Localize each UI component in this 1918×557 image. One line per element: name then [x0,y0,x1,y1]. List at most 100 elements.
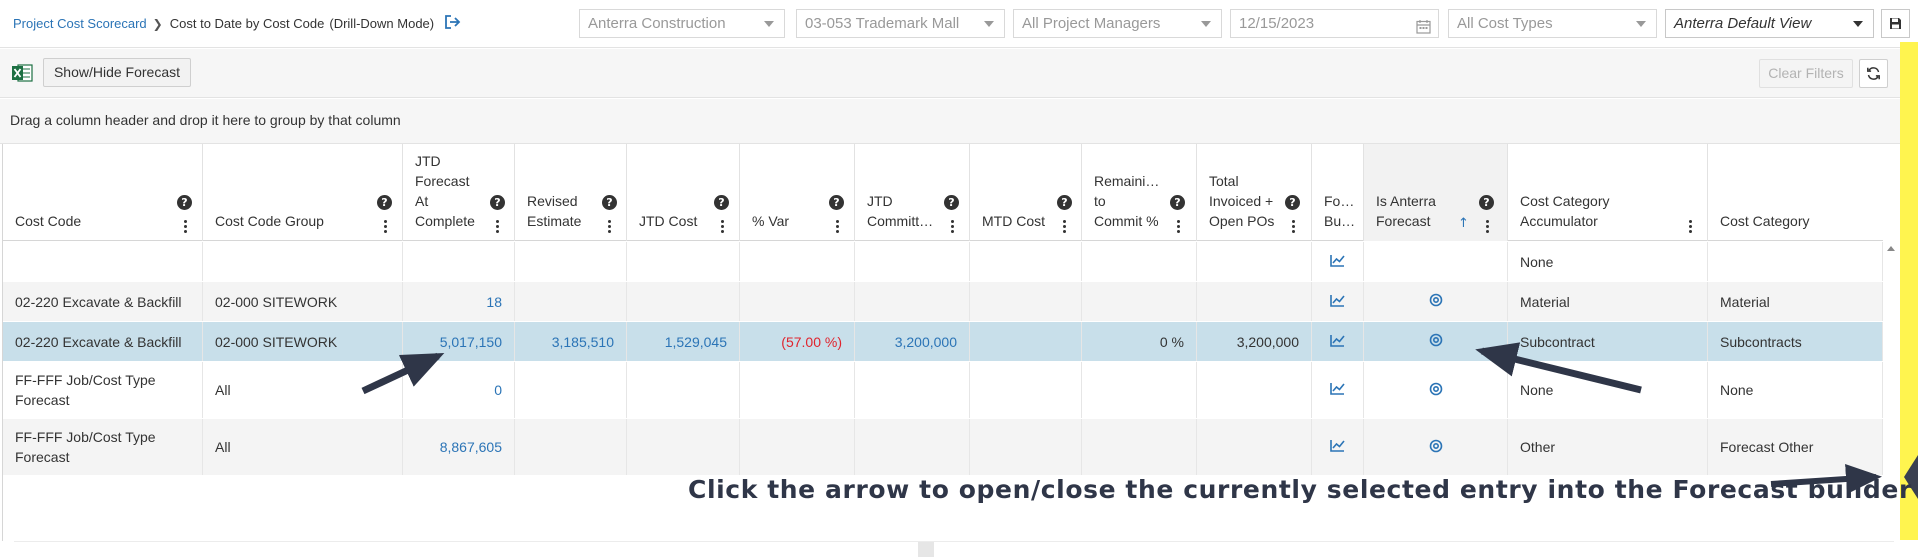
project-select[interactable]: 03-053 Trademark Mall [796,9,1005,38]
cell-text: 02-220 Excavate & Backfill [15,333,182,350]
column-header-revised-estimate[interactable]: Revised Estimate ? [515,144,627,241]
column-menu-icon[interactable] [608,220,612,235]
cell-group [203,242,403,281]
project-manager-select[interactable]: All Project Managers [1013,9,1222,38]
column-header-is-anterra-forecast[interactable]: Is Anterra Forecast ? ↑ [1364,144,1508,241]
help-icon[interactable]: ? [602,195,617,210]
column-header-total-invoiced[interactable]: Total Invoiced + Open POs ? [1197,144,1312,241]
column-header-cost-code[interactable]: Cost Code ? [3,144,203,241]
cell-group: All [203,362,403,418]
cell-committed [855,362,970,418]
cell-jtd-cost [627,419,740,475]
save-view-button[interactable] [1881,9,1910,38]
cell-category: Subcontracts [1708,322,1883,361]
group-by-drop-zone[interactable]: Drag a column header and drop it here to… [0,99,1900,144]
table-row[interactable]: FF-FFF Job/Cost Type Forecast All 0 None Non… [3,362,1883,419]
chevron-down-icon [1853,21,1863,27]
column-header-label: Is Anterra Forecast [1376,193,1436,229]
help-icon[interactable]: ? [177,195,192,210]
column-header-label: Cost Category [1720,213,1810,229]
cell-text: (57.00 %) [781,333,842,350]
exit-icon[interactable] [444,15,461,32]
sort-asc-icon[interactable]: ↑ [1458,216,1469,231]
cell-accumulator: Other [1508,419,1708,475]
cell-invoiced [1197,419,1312,475]
column-menu-icon[interactable] [1486,220,1490,235]
scroll-up-icon[interactable] [1887,246,1895,251]
column-menu-icon[interactable] [1292,220,1296,235]
column-menu-icon[interactable] [951,220,955,235]
refresh-icon [1867,67,1880,80]
forecast-chart-icon[interactable] [1330,294,1345,310]
forecast-target-icon[interactable] [1429,382,1443,399]
column-header-cost-category[interactable]: Cost Category [1708,144,1883,241]
column-menu-icon[interactable] [721,220,725,235]
breadcrumb-current: Cost to Date by Cost Code [169,16,325,31]
column-header-label: Fo… Bu… [1324,193,1356,229]
column-menu-icon[interactable] [1177,220,1181,235]
breadcrumb-parent-link[interactable]: Project Cost Scorecard [13,16,147,31]
column-menu-icon[interactable] [184,220,188,235]
help-icon[interactable]: ? [714,195,729,210]
cell-mtd [970,282,1082,321]
column-header-jtd-forecast[interactable]: JTD Forecast At Complete ? [403,144,515,241]
show-hide-forecast-button[interactable]: Show/Hide Forecast [43,58,191,87]
table-row[interactable]: 02-220 Excavate & Backfill 02-000 SITEWOR… [3,322,1883,362]
breadcrumb-mode: (Drill-Down Mode) [329,16,435,31]
cell-var: (57.00 %) [740,322,855,361]
help-icon[interactable]: ? [1285,195,1300,210]
table-row[interactable]: None [3,242,1883,282]
help-icon[interactable]: ? [1479,195,1494,210]
cost-type-select[interactable]: All Cost Types [1448,9,1657,38]
cell-text: Subcontract [1520,333,1595,350]
chevron-down-icon [1201,21,1211,27]
column-header-jtd-committed[interactable]: JTD Committ… ? [855,144,970,241]
help-icon[interactable]: ? [377,195,392,210]
column-header-forecast-builder[interactable]: Fo… Bu… [1312,144,1364,241]
help-icon[interactable]: ? [490,195,505,210]
forecast-target-icon[interactable] [1429,293,1443,310]
column-header-jtd-cost[interactable]: JTD Cost ? [627,144,740,241]
column-header-remaining-to-commit[interactable]: Remaini… to Commit % ? [1082,144,1197,241]
horizontal-scrollbar-thumb[interactable] [918,542,934,557]
help-icon[interactable]: ? [1057,195,1072,210]
forecast-chart-icon[interactable] [1330,439,1345,455]
cell-text: None [1520,382,1554,398]
column-header-label: Remaini… to Commit % [1094,173,1160,229]
cell-var [740,419,855,475]
clear-filters-button[interactable]: Clear Filters [1759,59,1853,88]
column-menu-icon[interactable] [496,220,500,235]
cell-revised [515,362,627,418]
view-select[interactable]: Anterra Default View [1665,9,1874,38]
company-select[interactable]: Anterra Construction [579,9,785,38]
is-forecast-cell [1364,419,1508,475]
cell-text: 8,867,605 [439,439,502,455]
table-row[interactable]: FF-FFF Job/Cost Type Forecast All 8,867,60… [3,419,1883,476]
column-header-percent-var[interactable]: % Var ? [740,144,855,241]
forecast-chart-icon[interactable] [1330,334,1345,350]
column-menu-icon[interactable] [1063,220,1067,235]
column-menu-icon[interactable] [836,220,840,235]
column-header-label: % Var [752,213,790,229]
help-icon[interactable]: ? [944,195,959,210]
forecast-target-icon[interactable] [1429,333,1443,350]
help-icon[interactable]: ? [829,195,844,210]
help-icon[interactable]: ? [1170,195,1185,210]
cell-group: 02-000 SITEWORK [203,322,403,361]
chevron-down-icon [984,21,994,27]
table-row[interactable]: 02-220 Excavate & Backfill 02-000 SITEWOR… [3,282,1883,322]
column-header-mtd-cost[interactable]: MTD Cost ? [970,144,1082,241]
column-header-cost-category-accumulator[interactable]: Cost Category Accumulator [1508,144,1708,241]
column-menu-icon[interactable] [1689,220,1693,235]
excel-export-icon[interactable] [11,63,33,86]
cell-committed: 3,200,000 [855,322,970,361]
column-header-cost-code-group[interactable]: Cost Code Group ? [203,144,403,241]
refresh-button[interactable] [1859,59,1888,88]
calendar-icon[interactable] [1416,16,1431,37]
date-input[interactable]: 12/15/2023 [1230,9,1439,38]
forecast-chart-icon[interactable] [1330,254,1345,270]
cell-revised [515,282,627,321]
forecast-target-icon[interactable] [1429,439,1443,456]
forecast-chart-icon[interactable] [1330,382,1345,398]
column-menu-icon[interactable] [384,220,388,235]
